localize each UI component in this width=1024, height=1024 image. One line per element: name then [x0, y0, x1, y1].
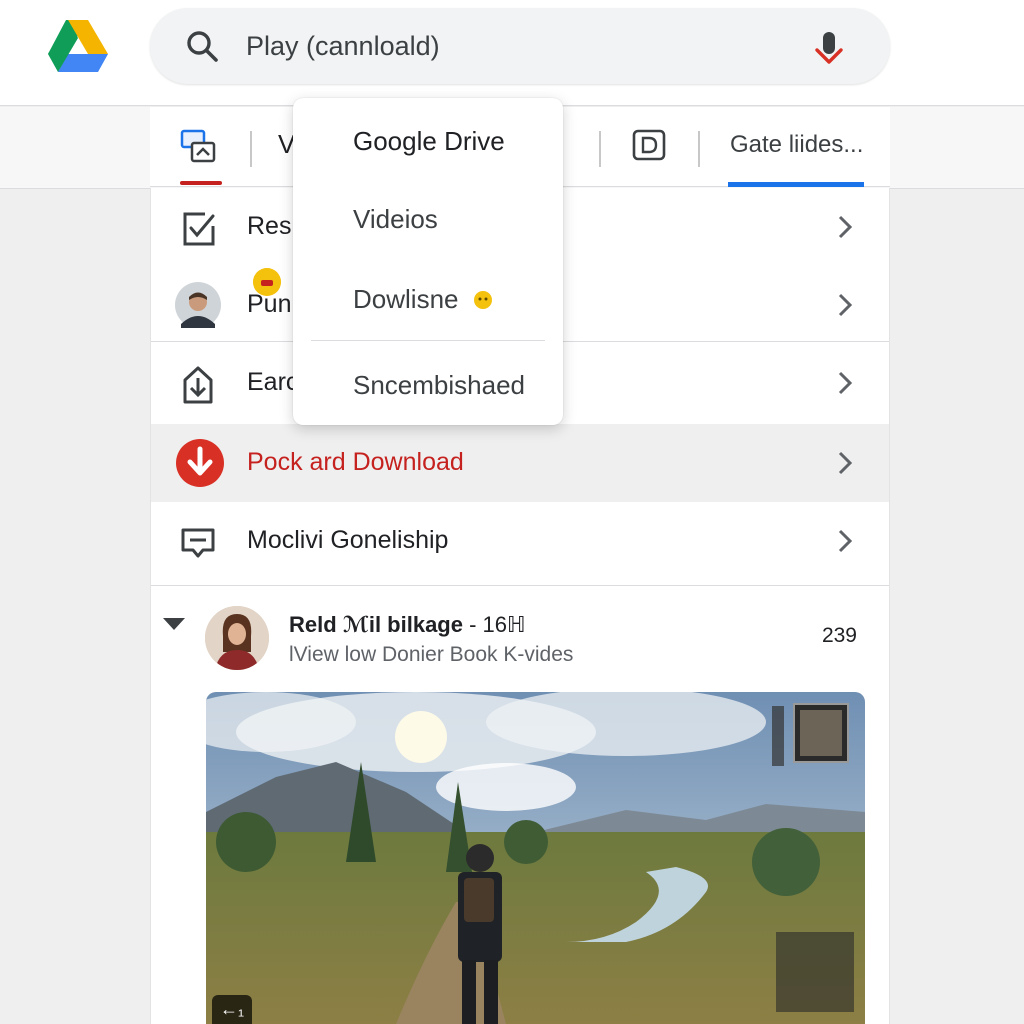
top-app-bar [0, 0, 1024, 106]
tab-gate-guides[interactable]: Gate liides... [730, 131, 863, 159]
chat-card-icon [181, 528, 215, 558]
menu-item-sncembishaed[interactable]: Sncembishaed [353, 370, 525, 401]
feed-count: 239 [821, 624, 857, 647]
menu-item-label: Dowlisne [353, 284, 459, 314]
list-item-label: Pock ard Download [247, 448, 464, 476]
list-item-moclivi-goneliship[interactable]: Moclivi Goneliship [151, 502, 889, 580]
document-d-icon[interactable] [632, 129, 666, 161]
download-circle-icon [176, 439, 224, 487]
chevron-right-icon [838, 293, 853, 317]
list-item-pock-ard-download[interactable]: Pock ard Download [151, 424, 889, 502]
list-item-label: Moclivi Goneliship [247, 526, 449, 554]
tab-separator [698, 131, 700, 167]
tab-selected-indicator [728, 182, 864, 187]
chevron-right-icon [838, 215, 853, 239]
avatar [175, 282, 221, 328]
tab-separator [599, 131, 601, 167]
search-input[interactable] [246, 30, 806, 62]
search-icon[interactable] [184, 28, 220, 64]
dropdown-menu: Google Drive Videios Dowlisne Sncembisha… [293, 98, 563, 425]
emoji-icon [473, 291, 492, 309]
download-file-icon [183, 366, 213, 404]
feed-title-meta: - 16ℍ [462, 612, 526, 637]
feed-title[interactable]: Reld ℳil bilkage - 16ℍ [289, 612, 526, 638]
collapse-caret-icon[interactable] [163, 618, 185, 632]
tab-files-icon[interactable] [180, 129, 218, 165]
search-bar[interactable] [150, 8, 890, 84]
menu-item-google-drive[interactable]: Google Drive [353, 126, 505, 157]
video-overlay-label[interactable]: ←₁ [212, 995, 253, 1024]
chevron-right-icon [838, 371, 853, 395]
feed-avatar[interactable] [205, 606, 269, 670]
video-thumbnail[interactable]: ←₁ [206, 692, 865, 1024]
list-divider [151, 585, 889, 586]
menu-item-videios[interactable]: Videios [353, 204, 438, 235]
game-scene-image [206, 692, 865, 1024]
tab-active-indicator [180, 181, 222, 185]
feed-subtitle: lView low Donier Book K-vides [289, 643, 574, 666]
google-drive-logo[interactable] [48, 18, 108, 74]
chevron-right-icon [838, 529, 853, 553]
microphone-icon[interactable] [812, 30, 846, 70]
person-avatar-icon [205, 606, 269, 670]
menu-divider [311, 340, 545, 341]
emoji-badge-icon [253, 268, 281, 296]
list-item-label: Earc [247, 368, 299, 396]
menu-item-dowlisne[interactable]: Dowlisne [353, 284, 494, 315]
tab-separator [250, 131, 252, 167]
list-item-label: Res [247, 212, 292, 240]
feed-title-bold: Reld ℳil bilkage [289, 612, 463, 637]
chevron-right-icon [838, 451, 853, 475]
checklist-icon [183, 212, 215, 246]
